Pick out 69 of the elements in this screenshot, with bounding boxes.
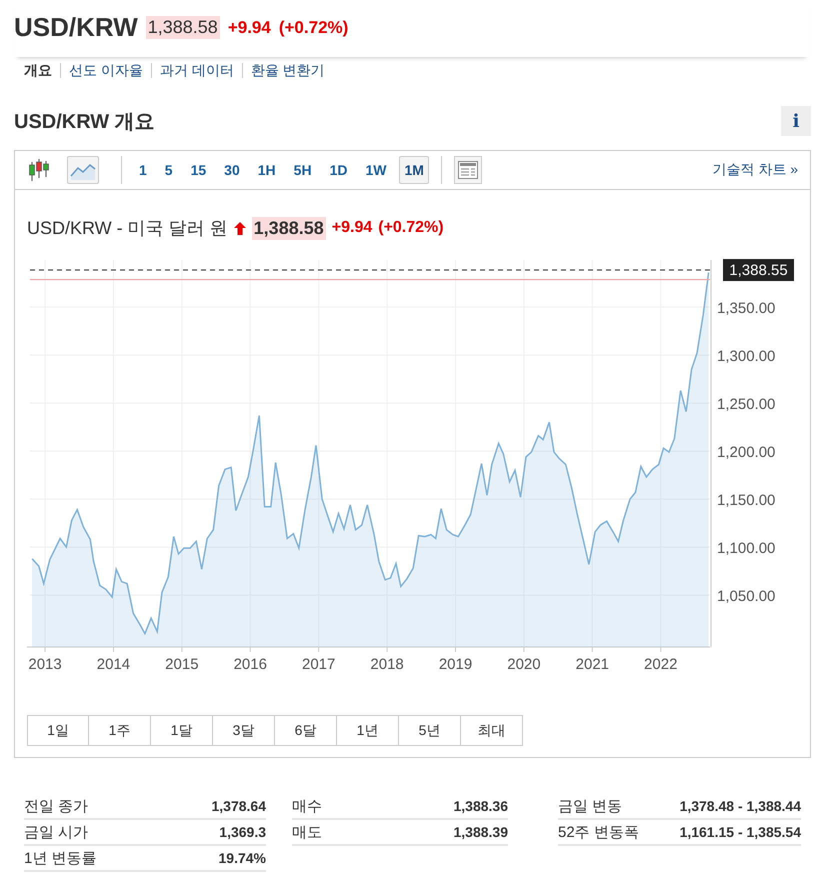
stat-label: 금일 변동 [558,796,622,816]
stat-label: 52주 변동폭 [558,822,639,842]
change-value: +9.94 [228,18,271,38]
chart-title: USD/KRW - 미국 달러 원 [27,217,228,240]
y-axis-label: 1,050.00 [717,588,776,606]
interval-button[interactable]: 1M [399,156,429,184]
price-value: 1,388.58 [146,16,220,39]
section-title: USD/KRW 개요 [14,110,155,134]
x-axis-label: 2013 [28,656,62,673]
y-axis-label: 1,300.00 [717,348,776,366]
stat-value: 1,378.48 - 1,388.44 [680,798,801,814]
nav-tab[interactable]: 환율 변환기 [242,63,333,78]
range-button[interactable]: 1년 [337,715,399,746]
range-button[interactable]: 1주 [89,715,151,746]
info-button[interactable]: i [781,106,811,136]
technical-chart-link[interactable]: 기술적 차트 » [712,161,798,179]
interval-button[interactable]: 1W [360,156,392,184]
currency-pair-title: USD/KRW [14,12,138,43]
stat-value: 19.74% [218,850,266,866]
x-axis-label: 2021 [576,656,610,673]
x-axis-label: 2016 [234,656,267,673]
interval-button[interactable]: 1H [252,156,281,184]
range-button[interactable]: 5년 [399,715,461,746]
stat-label: 매수 [292,796,322,816]
stat-label: 금일 시가 [24,822,88,842]
x-axis-label: 2014 [96,656,130,673]
stat-label: 1년 변동률 [24,848,97,868]
up-arrow-icon [234,222,246,234]
interval-button[interactable]: 5 [160,156,178,184]
range-button[interactable]: 3달 [213,715,275,746]
y-axis-label: 1,150.00 [717,492,776,510]
candlestick-icon [28,159,50,181]
y-axis-label: 1,200.00 [717,444,776,462]
ref-line-label: 1,388.55 [729,262,788,280]
stat-value: 1,388.39 [454,824,508,840]
x-axis-label: 2022 [644,656,678,673]
interval-button[interactable]: 5H [288,156,317,184]
y-axis-label: 1,100.00 [717,540,776,558]
interval-button[interactable]: 1D [324,156,352,184]
nav-tab[interactable]: 과거 데이터 [150,63,242,78]
stat-value: 1,388.36 [454,798,508,814]
range-button[interactable]: 1달 [151,715,213,746]
x-axis-label: 2015 [165,656,199,673]
interval-button[interactable]: 1 [134,156,152,184]
x-axis-label: 2020 [507,656,541,673]
stat-value: 1,161.15 - 1,385.54 [680,824,801,840]
stat-label: 전일 종가 [24,796,88,816]
chart-change-value: +9.94 [332,219,372,237]
range-button[interactable]: 1일 [27,715,89,746]
stat-value: 1,378.64 [212,798,266,814]
chart-price-value: 1,388.58 [252,216,326,240]
y-axis-label: 1,350.00 [717,300,776,318]
chart-change-percent: (+0.72%) [378,219,444,237]
nav-tab[interactable]: 개요 [24,63,60,78]
current-price-tag: 1,388.55 [723,259,794,282]
x-axis-label: 2017 [302,656,336,673]
table-icon [458,161,478,179]
change-percent: (+0.72%) [278,18,348,38]
x-axis-label: 2019 [438,656,472,673]
interval-button[interactable]: 30 [219,156,245,184]
x-axis-label: 2018 [370,656,404,673]
y-axis-label: 1,250.00 [717,396,776,414]
range-button[interactable]: 최대 [461,715,523,746]
interval-button[interactable]: 15 [186,156,212,184]
stat-value: 1,369.3 [219,824,266,840]
nav-tab[interactable]: 선도 이자율 [60,63,151,78]
table-view-button[interactable] [454,156,482,184]
stat-label: 매도 [292,822,322,842]
range-button[interactable]: 6달 [275,715,337,746]
